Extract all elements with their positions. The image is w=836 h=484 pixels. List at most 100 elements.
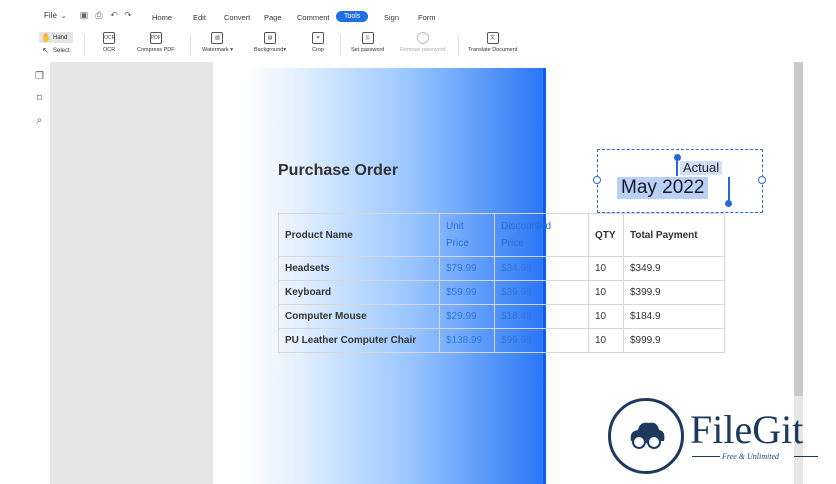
cell-total: $999.9: [623, 328, 725, 353]
cloud-glasses-icon: [630, 422, 665, 449]
menu-sign[interactable]: Sign: [384, 13, 399, 22]
ocr-button[interactable]: OCR OCR: [103, 32, 115, 53]
hand-icon: ✋: [41, 33, 51, 42]
menu-comment[interactable]: Comment: [297, 13, 330, 22]
crop-label: Crop: [312, 47, 324, 53]
compress-pdf-icon: PDF: [149, 32, 162, 44]
translate-icon: 文: [486, 32, 499, 44]
divider: [340, 34, 341, 56]
cell-unit-price: $29.99: [439, 304, 495, 329]
translate-document-button[interactable]: 文 Translate Document: [468, 32, 517, 53]
watermark-tagline: Free & Unlimited: [722, 452, 780, 461]
header-qty: QTY: [588, 213, 624, 257]
header-product-name: Product Name: [278, 213, 440, 257]
cell-discounted-price: $18.49: [494, 304, 589, 329]
watermark-rule-right: [794, 456, 818, 457]
menu-edit[interactable]: Edit: [193, 13, 206, 22]
menu-tools[interactable]: Tools: [336, 11, 369, 22]
header-unit-price: Unit Price: [439, 213, 495, 257]
selection-end-handle[interactable]: [725, 200, 732, 207]
bookmark-icon[interactable]: ⌑: [34, 93, 45, 104]
cell-total: $399.9: [623, 280, 725, 305]
ocr-label: OCR: [103, 47, 116, 53]
selected-text-actual[interactable]: Actual: [680, 161, 723, 175]
watermark-brand: FileGit: [690, 407, 804, 452]
compress-pdf-button[interactable]: PDF Compress PDF: [137, 32, 175, 53]
file-menu-label: File: [44, 11, 57, 20]
app-window: File ⌄ ▣ ⎙ ↶ ↷ Home Edit Convert Page Com…: [0, 0, 836, 484]
cursor-icon: ↖: [42, 46, 49, 55]
header-discounted-price: Discounted Price: [494, 213, 589, 257]
left-sidebar: ❐ ⌑ ⌕: [30, 62, 50, 484]
menu-home[interactable]: Home: [152, 13, 172, 22]
remove-password-icon: –: [416, 32, 429, 44]
menu-form[interactable]: Form: [418, 13, 436, 22]
print-icon[interactable]: ⎙: [94, 10, 104, 20]
set-password-button[interactable]: ⊡ Set password: [351, 32, 384, 53]
table-row: Headsets $79.99 $34.99 10 $349.9: [278, 256, 725, 281]
redo-icon[interactable]: ↷: [123, 10, 133, 20]
menu-page[interactable]: Page: [264, 13, 282, 22]
cell-product: PU Leather Computer Chair: [278, 328, 440, 353]
lock-icon: ⊡: [361, 32, 374, 44]
resize-handle-right[interactable]: [758, 176, 766, 184]
filegit-logo-icon: [608, 398, 684, 474]
divider: [190, 34, 191, 56]
select-tool-label: Select: [53, 47, 70, 54]
set-password-label: Set password: [351, 47, 385, 53]
translate-document-label: Translate Document: [468, 47, 518, 53]
table-row: Computer Mouse $29.99 $18.49 10 $184.9: [278, 304, 725, 329]
cell-product: Headsets: [278, 256, 440, 281]
cell-product: Computer Mouse: [278, 304, 440, 329]
vertical-scrollbar[interactable]: [794, 62, 803, 396]
watermark-label: Watermark ▾: [202, 47, 233, 53]
background-label: Background▾: [254, 47, 287, 53]
watermark-icon: ▨: [211, 32, 224, 44]
selection-start-handle[interactable]: [674, 154, 681, 161]
compress-pdf-label: Compress PDF: [137, 47, 175, 53]
cell-product: Keyboard: [278, 280, 440, 305]
cell-qty: 10: [588, 256, 624, 281]
cell-qty: 10: [588, 304, 624, 329]
remove-password-label: Remove password: [400, 47, 446, 53]
cell-total: $184.9: [623, 304, 725, 329]
table-header-row: Product Name Unit Price Discounted Price Q…: [278, 213, 725, 257]
pages-icon[interactable]: ❐: [34, 71, 45, 82]
cell-unit-price: $79.99: [439, 256, 495, 281]
page-title: Purchase Order: [278, 162, 399, 179]
toolbar: ✋ Hand ↖ Select OCR OCR PDF Compress PDF…: [0, 30, 836, 62]
header-total-payment: Total Payment: [623, 213, 725, 257]
background-icon: ▤: [264, 32, 277, 44]
watermark-rule-left: [692, 456, 720, 457]
select-tool-button[interactable]: ↖ Select: [39, 45, 73, 56]
table-row: Keyboard $59.99 $39.99 10 $399.9: [278, 280, 725, 305]
purchase-order-table: Product Name Unit Price Discounted Price Q…: [278, 213, 725, 353]
undo-icon[interactable]: ↶: [109, 10, 119, 20]
background-button[interactable]: ▤ Background▾: [254, 32, 286, 53]
cell-total: $349.9: [623, 256, 725, 281]
cell-unit-price: $138.99: [439, 328, 495, 353]
divider: [458, 34, 459, 56]
table-row: PU Leather Computer Chair $138.99 $99.99…: [278, 328, 725, 353]
cell-qty: 10: [588, 328, 624, 353]
divider: [84, 34, 85, 56]
resize-handle-left[interactable]: [593, 176, 601, 184]
cell-discounted-price: $99.99: [494, 328, 589, 353]
watermark-button[interactable]: ▨ Watermark ▾: [202, 32, 233, 53]
hand-tool-button[interactable]: ✋ Hand: [39, 32, 73, 43]
cell-discounted-price: $39.99: [494, 280, 589, 305]
ocr-icon: OCR: [103, 32, 115, 44]
crop-icon: ⌗: [312, 32, 324, 44]
hand-tool-label: Hand: [53, 34, 68, 41]
chevron-down-icon: ⌄: [60, 13, 67, 20]
menu-convert[interactable]: Convert: [224, 13, 250, 22]
remove-password-button[interactable]: – Remove password: [400, 32, 446, 53]
selected-text-date[interactable]: May 2022: [617, 177, 709, 199]
file-menu[interactable]: File ⌄: [44, 11, 67, 20]
save-icon[interactable]: ▣: [79, 10, 89, 20]
cell-unit-price: $59.99: [439, 280, 495, 305]
crop-button[interactable]: ⌗ Crop: [312, 32, 324, 53]
cell-qty: 10: [588, 280, 624, 305]
search-icon[interactable]: ⌕: [34, 115, 45, 126]
menubar: File ⌄ ▣ ⎙ ↶ ↷ Home Edit Convert Page Com…: [0, 0, 836, 30]
